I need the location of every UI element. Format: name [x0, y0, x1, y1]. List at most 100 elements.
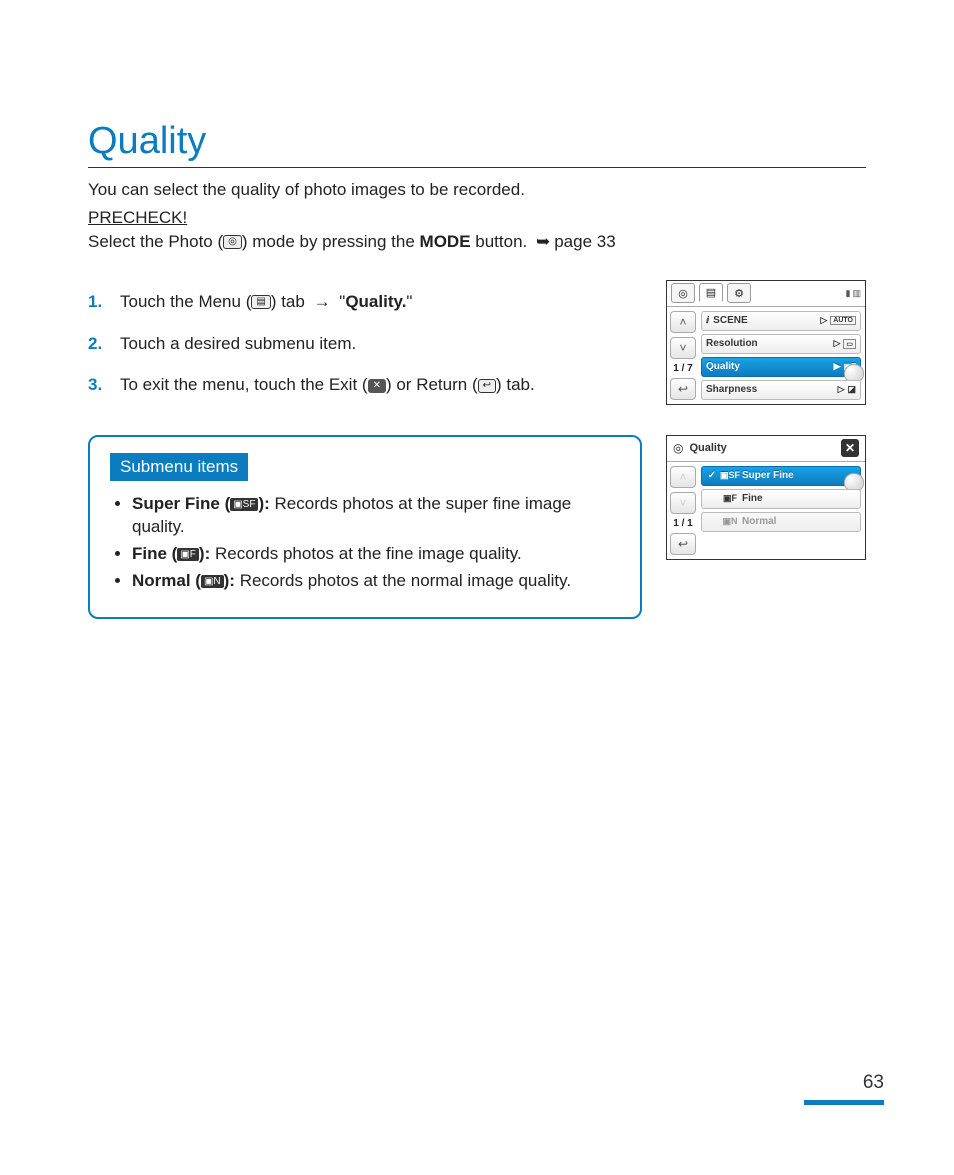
menu-item-resolution[interactable]: Resolution ▷▭ [701, 334, 861, 354]
step-number: 3. [88, 373, 110, 397]
superfine-icon: ▣SF [722, 470, 738, 481]
menu-icon: ▤ [251, 295, 270, 309]
scroll-up-button[interactable]: ˄ [670, 311, 696, 333]
return-button[interactable]: ↩ [670, 533, 696, 555]
auto-badge-icon: AUTO [830, 316, 856, 325]
return-icon: ↩ [478, 379, 496, 393]
step-3: 3. To exit the menu, touch the Exit (✕) … [88, 373, 642, 397]
exit-icon: ✕ [368, 379, 386, 393]
submenu-list: Super Fine (▣SF): Records photos at the … [110, 493, 620, 593]
page-number: 63 [804, 1072, 884, 1094]
text-frag: " [406, 292, 412, 311]
sharpness-badge-icon: ◪ [847, 384, 856, 395]
page-indicator: 1 / 7 [673, 363, 692, 374]
resolution-badge-icon: ▭ [843, 339, 856, 349]
item-close: ): [258, 494, 269, 513]
panel-header: ◎ Quality ✕ [667, 436, 865, 462]
menu-item-scene[interactable]: ⅈ SCENE ▷AUTO [701, 311, 861, 331]
submenu-item-normal: Normal (▣N): Records photos at the norma… [132, 570, 620, 593]
iscene-prefix-icon: ⅈ [706, 315, 709, 326]
menu-screenshot-1: ◎ ▤ ⚙ ▮▥ ˄ ˅ 1 / 7 ↩ ⅈ SCENE ▷AUTO [666, 280, 866, 405]
menu-item-label: SCENE [713, 315, 747, 326]
item-name: Super Fine ( [132, 494, 230, 513]
option-superfine[interactable]: ✓ ▣SF Super Fine [701, 466, 861, 486]
page-title: Quality [88, 120, 866, 168]
menu-list: ⅈ SCENE ▷AUTO Resolution ▷▭ Quality ▶▣F [699, 307, 865, 404]
superfine-icon: ▣SF [230, 498, 258, 511]
menu-tab-icon[interactable]: ▤ [699, 283, 723, 303]
step-bold: Quality. [345, 292, 406, 311]
precheck-label: PRECHECK! [88, 208, 866, 228]
menu-item-quality[interactable]: Quality ▶▣F [701, 357, 861, 377]
option-fine[interactable]: ▣F Fine [701, 489, 861, 509]
check-icon: ✓ [706, 470, 718, 481]
page-indicator: 1 / 1 [673, 518, 692, 529]
scroll-up-button[interactable]: ˄ [670, 466, 696, 488]
text-frag: ) or Return ( [386, 375, 478, 394]
option-label: Normal [742, 516, 776, 527]
intro-text: You can select the quality of photo imag… [88, 178, 866, 202]
submenu-item-fine: Fine (▣F): Records photos at the fine im… [132, 543, 620, 566]
text-frag: " [335, 292, 346, 311]
option-label: Super Fine [742, 470, 794, 481]
settings-tab-icon[interactable]: ⚙ [727, 283, 751, 303]
item-close: ): [199, 544, 210, 563]
status-icons: ▮▥ [846, 288, 861, 299]
step-1: 1. Touch the Menu (▤) tab → "Quality." [88, 290, 642, 314]
normal-icon: ▣N [722, 516, 738, 527]
precheck-mid: ) mode by pressing the [242, 232, 420, 251]
panel-header: ◎ ▤ ⚙ ▮▥ [667, 281, 865, 307]
precheck-text: Select the Photo (◎) mode by pressing th… [88, 232, 866, 252]
precheck-after: button. [471, 232, 532, 251]
scroll-down-button[interactable]: ˅ [670, 337, 696, 359]
battery-icon: ▥ [852, 288, 861, 299]
step-text: Touch a desired submenu item. [120, 332, 642, 356]
normal-icon: ▣N [201, 575, 224, 588]
item-name: Normal ( [132, 571, 201, 590]
menu-item-label: Sharpness [706, 384, 757, 395]
arrow-right-icon: → [314, 290, 331, 314]
precheck-before: Select the Photo ( [88, 232, 223, 251]
panel-title: Quality [689, 442, 726, 454]
scroll-down-button[interactable]: ˅ [670, 492, 696, 514]
step-text: Touch the Menu (▤) tab → "Quality." [120, 290, 642, 314]
fine-icon: ▣F [722, 493, 738, 504]
step-number: 1. [88, 290, 110, 314]
step-2: 2. Touch a desired submenu item. [88, 332, 642, 356]
precheck-mode: MODE [420, 232, 471, 251]
precheck-pageref: page 33 [554, 232, 615, 251]
step-number: 2. [88, 332, 110, 356]
play-icon: ▷ [833, 338, 840, 349]
page-bar-decoration [804, 1100, 884, 1105]
menu-item-label: Quality [706, 361, 740, 372]
steps-list: 1. Touch the Menu (▤) tab → "Quality." 2… [88, 280, 642, 415]
menu-item-sharpness[interactable]: Sharpness ▷◪ [701, 380, 861, 400]
item-name: Fine ( [132, 544, 177, 563]
text-frag: Touch the Menu ( [120, 292, 251, 311]
menu-item-label: Resolution [706, 338, 758, 349]
play-icon: ▷ [838, 384, 845, 395]
play-icon: ▷ [820, 315, 827, 326]
text-frag: ) tab. [496, 375, 535, 394]
camera-icon: ◎ [223, 235, 242, 249]
camera-icon: ◎ [673, 441, 683, 455]
fine-icon: ▣F [177, 548, 199, 561]
camera-tab-icon[interactable]: ◎ [671, 283, 695, 303]
item-close: ): [224, 571, 235, 590]
play-icon: ▶ [834, 361, 841, 372]
step-text: To exit the menu, touch the Exit (✕) or … [120, 373, 642, 397]
item-desc: Records photos at the fine image quality… [210, 544, 522, 563]
text-frag: To exit the menu, touch the Exit ( [120, 375, 368, 394]
arrow-icon: ➥ [536, 232, 550, 252]
item-desc: Records photos at the normal image quali… [235, 571, 571, 590]
close-button[interactable]: ✕ [841, 439, 859, 457]
submenu-panel: Submenu items Super Fine (▣SF): Records … [88, 435, 642, 619]
submenu-heading: Submenu items [110, 453, 248, 481]
menu-screenshot-2: ◎ Quality ✕ ˄ ˅ 1 / 1 ↩ ✓ ▣SF Super Fine [666, 435, 866, 560]
options-list: ✓ ▣SF Super Fine ▣F Fine ▣N Normal [699, 462, 865, 559]
return-button[interactable]: ↩ [670, 378, 696, 400]
option-label: Fine [742, 493, 763, 504]
option-normal[interactable]: ▣N Normal [701, 512, 861, 532]
text-frag: ) tab [271, 292, 310, 311]
card-icon: ▮ [846, 288, 851, 299]
